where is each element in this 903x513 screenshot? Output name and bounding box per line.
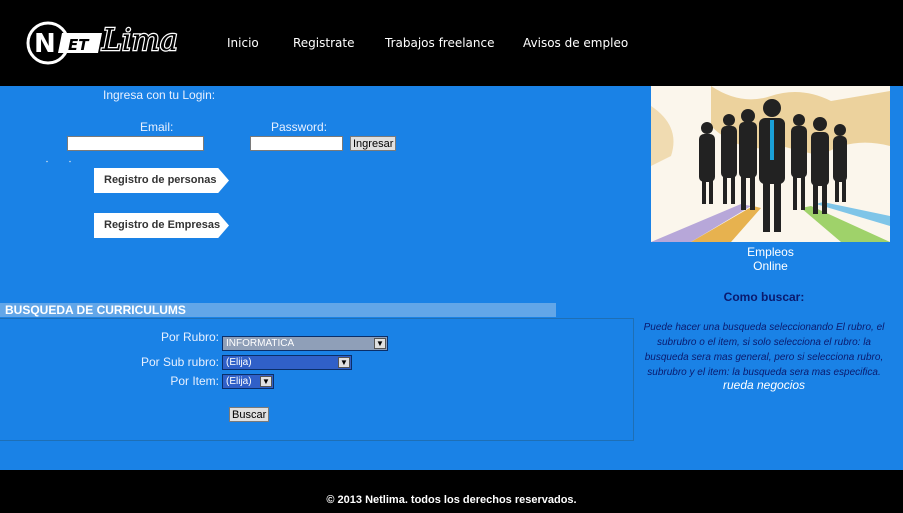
ingresar-button[interactable]: Ingresar: [350, 136, 397, 151]
subrubro-selected-value: (Elija): [226, 357, 252, 368]
business-people-image: [651, 86, 890, 242]
registro-personas-button[interactable]: Registro de personas: [94, 168, 229, 193]
nav-trabajos-freelance-link[interactable]: Trabajos freelance: [385, 36, 495, 50]
subrubro-select[interactable]: (Elija) ▼: [222, 355, 352, 370]
svg-text:Lima: Lima: [101, 23, 178, 58]
nav-registrate-link[interactable]: Registrate: [293, 36, 354, 50]
chevron-down-icon: ▼: [260, 376, 272, 387]
online-caption: Online: [753, 259, 788, 273]
password-label: Password:: [271, 120, 328, 134]
como-buscar-title: Como buscar:: [723, 290, 805, 304]
nav-inicio-link[interactable]: Inicio: [227, 36, 259, 50]
buscar-button[interactable]: Buscar: [229, 407, 270, 422]
rubro-select[interactable]: INFORMATICA ▼: [222, 336, 388, 351]
chevron-down-icon: ▼: [374, 338, 386, 349]
item-label: Por Item:: [170, 374, 219, 388]
login-title: Ingresa con tu Login:: [103, 88, 216, 102]
netlima-logo[interactable]: N ET Lima: [24, 20, 196, 66]
rueda-negocios-link[interactable]: rueda negocios: [634, 378, 894, 392]
password-input[interactable]: [250, 136, 343, 151]
empleos-caption: Empleos: [747, 245, 794, 259]
search-section-title: BUSQUEDA DE CURRICULUMS: [0, 303, 556, 317]
rubro-label: Por Rubro:: [160, 330, 219, 344]
decorative-dots: [46, 160, 71, 163]
nav-avisos-empleo-link[interactable]: Avisos de empleo: [523, 36, 628, 50]
email-label: Email:: [140, 120, 174, 134]
copyright-text: © 2013 Netlima. todos los derechos reser…: [326, 494, 577, 506]
chevron-down-icon: ▼: [338, 357, 350, 368]
svg-text:ET: ET: [68, 36, 90, 54]
email-input[interactable]: [67, 136, 204, 151]
rubro-selected-value: INFORMATICA: [226, 338, 295, 349]
search-help-text: Puede hacer una busqueda seleccionando E…: [643, 322, 885, 378]
site-header: N ET Lima Inicio Registrate Trabajos fre…: [0, 0, 903, 86]
site-footer: © 2013 Netlima. todos los derechos reser…: [0, 470, 903, 513]
item-selected-value: (Elija): [226, 376, 252, 387]
subrubro-label: Por Sub rubro:: [140, 355, 219, 369]
registro-empresas-button[interactable]: Registro de Empresas: [94, 213, 229, 238]
svg-text:N: N: [34, 29, 56, 59]
item-select[interactable]: (Elija) ▼: [222, 374, 274, 389]
